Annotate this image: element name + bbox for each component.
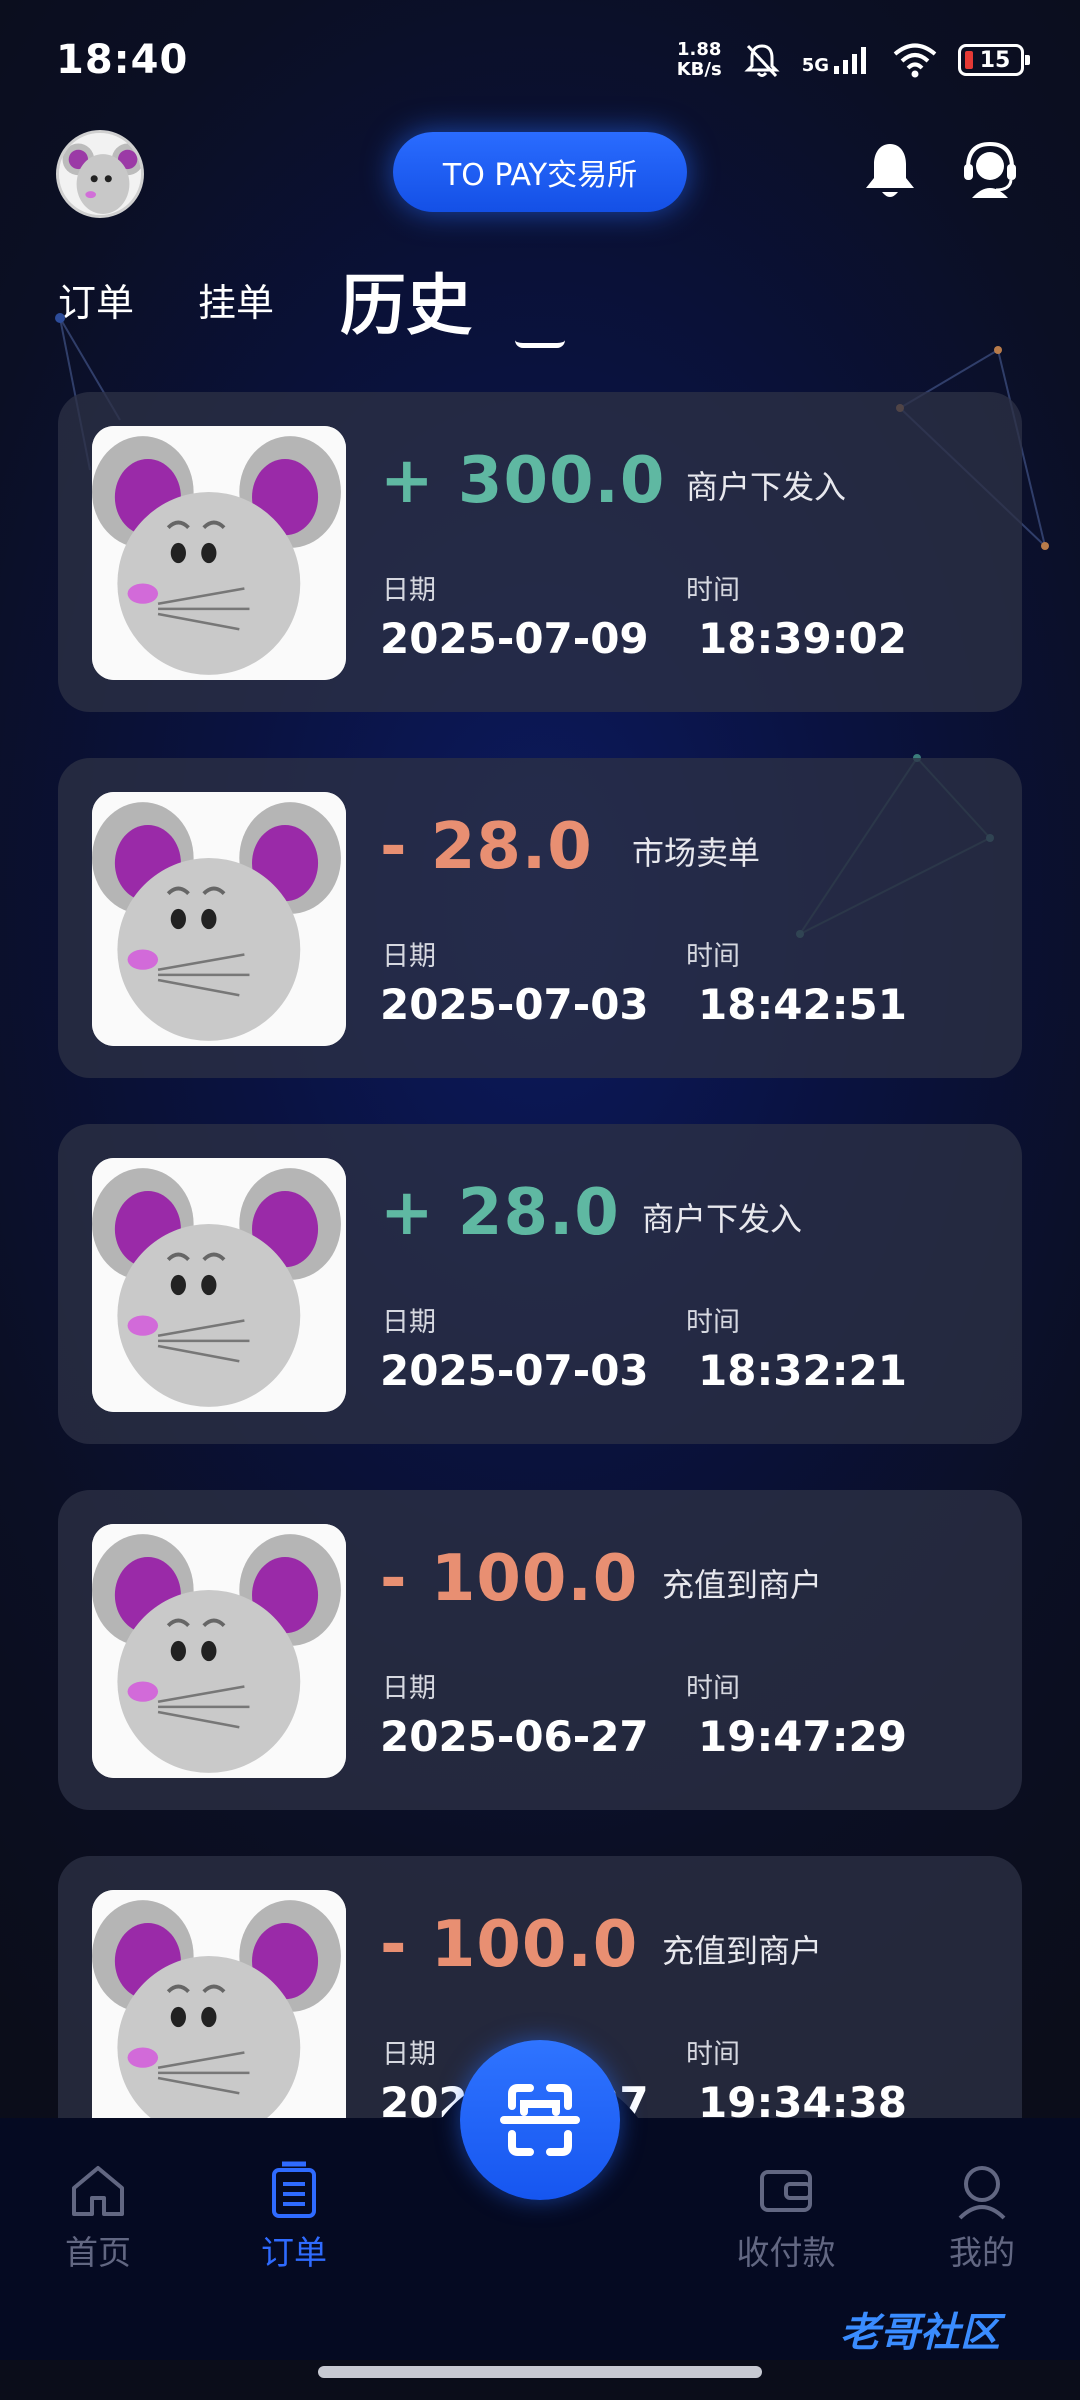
- record-type: 充值到商户: [662, 1932, 823, 1970]
- record-time: 18:32:21: [698, 1346, 907, 1395]
- record-time: 19:47:29: [698, 1712, 907, 1761]
- home-indicator[interactable]: [318, 2366, 762, 2378]
- record-thumbnail: [92, 1890, 346, 2144]
- scan-button[interactable]: [460, 2040, 620, 2200]
- record-date: 2025-07-09: [380, 614, 649, 663]
- record-amount: - 100.0: [380, 1908, 639, 1982]
- record-amount: + 300.0: [380, 444, 666, 518]
- bell-icon: [866, 144, 914, 197]
- date-label: 日期: [382, 941, 436, 972]
- mouse-image: [92, 792, 346, 1046]
- time-label: 时间: [686, 2039, 740, 2070]
- record-thumbnail: [92, 426, 346, 680]
- record-thumbnail: [92, 1524, 346, 1778]
- record-time: 18:39:02: [698, 614, 907, 663]
- tab-pending[interactable]: 挂单: [198, 272, 274, 327]
- watermark: 老哥社区: [840, 2310, 1000, 2356]
- status-time: 18:40: [56, 37, 189, 83]
- battery-level: 15: [979, 47, 1011, 73]
- mouse-image: [92, 426, 346, 680]
- network-type: 5G: [801, 55, 829, 76]
- status-bar: 18:40 1.88 KB/s 5G 15: [0, 0, 1080, 120]
- time-label: 时间: [686, 1673, 740, 1704]
- tab-history[interactable]: 历史: [340, 252, 472, 348]
- nav-orders-label: 订单: [261, 2233, 327, 2272]
- time-label: 时间: [686, 1307, 740, 1338]
- history-card[interactable]: + 300.0 商户下发入日期 时间 2025-07-09 18:39:02: [58, 392, 1022, 712]
- mouse-image: [92, 1158, 346, 1412]
- tab-orders[interactable]: 订单: [58, 272, 134, 327]
- record-date: 2025-07-03: [380, 980, 649, 1029]
- tab-bar: 订单 挂单 历史: [0, 250, 1080, 360]
- mouse-avatar-icon: [59, 133, 141, 215]
- date-label: 日期: [382, 2039, 436, 2070]
- app-header: TO PAY交易所: [0, 120, 1080, 240]
- record-amount: + 28.0: [380, 1176, 620, 1250]
- date-label: 日期: [382, 1307, 436, 1338]
- mute-bell-icon: [744, 44, 780, 78]
- net-speed: 1.88 KB/s: [677, 40, 722, 80]
- record-amount: - 28.0: [380, 810, 593, 884]
- date-label: 日期: [382, 575, 436, 606]
- wallet-icon: [760, 2170, 812, 2212]
- battery-icon: 15: [958, 44, 1030, 76]
- record-type: 市场卖单: [632, 834, 761, 872]
- time-label: 时间: [686, 941, 740, 972]
- net-speed-unit: KB/s: [676, 59, 722, 80]
- wifi-icon: [893, 43, 937, 78]
- notification-button[interactable]: [860, 140, 920, 204]
- history-card[interactable]: + 28.0 商户下发入日期 时间 2025-07-03 18:32:21: [58, 1124, 1022, 1444]
- record-date: 2025-07-03: [380, 1346, 649, 1395]
- mouse-image: [92, 1890, 346, 2144]
- scan-icon: [500, 2084, 580, 2156]
- brand-button[interactable]: TO PAY交易所: [393, 132, 687, 212]
- history-card[interactable]: - 28.0 市场卖单日期 时间 2025-07-03 18:42:51: [58, 758, 1022, 1078]
- nav-profile-label: 我的: [949, 2233, 1015, 2272]
- avatar[interactable]: [56, 130, 144, 218]
- net-speed-value: 1.88: [676, 39, 722, 60]
- record-type: 充值到商户: [662, 1566, 823, 1604]
- record-type: 商户下发入: [686, 468, 847, 506]
- time-label: 时间: [686, 575, 740, 606]
- customer-service-button[interactable]: [960, 138, 1020, 202]
- record-thumbnail: [92, 1158, 346, 1412]
- home-icon: [72, 2166, 124, 2216]
- active-tab-indicator: [515, 340, 565, 348]
- orders-icon: [272, 2161, 316, 2218]
- nav-payments[interactable]: 收付款: [716, 2160, 856, 2272]
- date-label: 日期: [382, 1673, 436, 1704]
- record-type: 商户下发入: [642, 1200, 803, 1238]
- nav-orders[interactable]: 订单: [224, 2160, 364, 2272]
- nav-home-label: 首页: [65, 2233, 131, 2272]
- profile-icon: [958, 2166, 1006, 2220]
- history-card[interactable]: - 100.0 充值到商户日期 时间 2025-06-27 19:47:29: [58, 1490, 1022, 1810]
- record-date: 2025-06-27: [380, 1712, 649, 1761]
- nav-profile[interactable]: 我的: [912, 2160, 1052, 2272]
- headset-icon: [964, 141, 1016, 198]
- record-thumbnail: [92, 792, 346, 1046]
- nav-payments-label: 收付款: [736, 2233, 836, 2272]
- nav-home[interactable]: 首页: [28, 2160, 168, 2272]
- record-amount: - 100.0: [380, 1542, 639, 1616]
- mouse-image: [92, 1524, 346, 1778]
- record-time: 18:42:51: [698, 980, 907, 1029]
- status-icons: 1.88 KB/s 5G 15: [677, 40, 1030, 80]
- signal-icon: 5G: [802, 44, 872, 76]
